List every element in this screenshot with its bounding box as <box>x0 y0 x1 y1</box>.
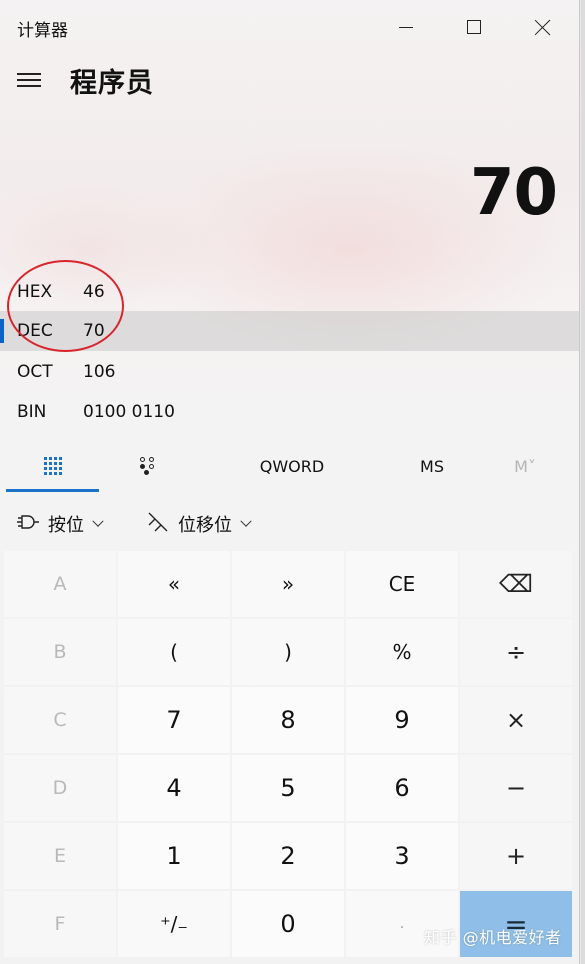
key-e[interactable]: E <box>4 823 116 889</box>
key-4[interactable]: 4 <box>118 755 230 821</box>
key-percent[interactable]: % <box>346 619 458 685</box>
bit-toggle-keypad-icon <box>139 456 157 476</box>
word-size-button[interactable]: QWORD <box>232 440 352 492</box>
calculator-window: 计算器 程序员 70 HEX 46 DEC 70 OCT 106 BIN 010… <box>0 0 580 964</box>
backspace-icon[interactable]: ⌫ <box>460 551 572 617</box>
close-icon <box>535 19 551 35</box>
key-d[interactable]: D <box>4 755 116 821</box>
bitwise-label: 按位 <box>48 515 84 536</box>
active-indicator <box>0 319 4 343</box>
key-multiply[interactable]: × <box>460 687 572 753</box>
key-7[interactable]: 7 <box>118 687 230 753</box>
radix-value: 106 <box>83 362 116 382</box>
key-c[interactable]: C <box>4 687 116 753</box>
result-display: 70 <box>469 156 558 230</box>
key-8[interactable]: 8 <box>232 687 344 753</box>
radix-row-oct[interactable]: OCT 106 <box>0 352 579 392</box>
hamburger-icon-line <box>17 79 41 81</box>
mode-title: 程序员 <box>70 68 154 99</box>
key-6[interactable]: 6 <box>346 755 458 821</box>
title-bar[interactable]: 计算器 <box>0 0 579 54</box>
key-negate[interactable]: ⁺/₋ <box>118 891 230 957</box>
app-title: 计算器 <box>17 21 68 41</box>
key-right-shift[interactable]: » <box>232 551 344 617</box>
minimize-button[interactable] <box>372 0 440 54</box>
key-divide[interactable]: ÷ <box>460 619 572 685</box>
bitshift-dropdown[interactable]: 位移位 <box>146 505 252 543</box>
memory-store-button[interactable]: MS <box>392 440 472 492</box>
hamburger-icon <box>17 73 41 75</box>
logic-gate-icon <box>16 513 40 536</box>
chevron-down-icon <box>240 515 252 527</box>
key-clear-entry[interactable]: CE <box>346 551 458 617</box>
hamburger-icon-line <box>17 85 41 87</box>
radix-value: 70 <box>83 321 105 341</box>
radix-label: HEX <box>17 282 53 302</box>
key-a[interactable]: A <box>4 551 116 617</box>
radix-row-dec[interactable]: DEC 70 <box>0 311 579 351</box>
radix-value: 0100 0110 <box>83 402 175 422</box>
radix-label: OCT <box>17 362 53 382</box>
key-5[interactable]: 5 <box>232 755 344 821</box>
key-9[interactable]: 9 <box>346 687 458 753</box>
keypad: A « » CE ⌫ B ( ) % ÷ C 7 8 9 × D 4 5 6 −… <box>4 551 576 961</box>
bitshift-label: 位移位 <box>178 515 232 536</box>
maximize-button[interactable] <box>440 0 508 54</box>
key-3[interactable]: 3 <box>346 823 458 889</box>
minimize-icon <box>399 26 413 28</box>
chevron-down-icon <box>92 515 104 527</box>
key-subtract[interactable]: − <box>460 755 572 821</box>
navigation-menu-button[interactable] <box>14 64 44 94</box>
tab-bit-toggle[interactable] <box>100 440 195 492</box>
key-0[interactable]: 0 <box>232 891 344 957</box>
background-window-edge <box>581 0 585 964</box>
bitwise-dropdown[interactable]: 按位 <box>16 505 104 543</box>
bit-shift-icon <box>146 511 170 538</box>
radix-value: 46 <box>83 282 105 302</box>
key-add[interactable]: + <box>460 823 572 889</box>
radix-row-hex[interactable]: HEX 46 <box>0 272 579 312</box>
watermark: 知乎 @机电爱好者 <box>424 928 562 947</box>
key-2[interactable]: 2 <box>232 823 344 889</box>
radix-row-bin[interactable]: BIN 0100 0110 <box>0 392 579 432</box>
close-button[interactable] <box>509 0 577 54</box>
key-1[interactable]: 1 <box>118 823 230 889</box>
key-f[interactable]: F <box>4 891 116 957</box>
radix-label: DEC <box>17 321 53 341</box>
tab-full-keypad[interactable] <box>6 440 99 492</box>
full-keypad-icon <box>43 457 62 475</box>
memory-list-button[interactable]: M˅ <box>495 440 555 492</box>
key-b[interactable]: B <box>4 619 116 685</box>
key-left-shift[interactable]: « <box>118 551 230 617</box>
key-close-paren[interactable]: ) <box>232 619 344 685</box>
key-open-paren[interactable]: ( <box>118 619 230 685</box>
maximize-icon <box>467 20 481 34</box>
radix-label: BIN <box>17 402 47 422</box>
